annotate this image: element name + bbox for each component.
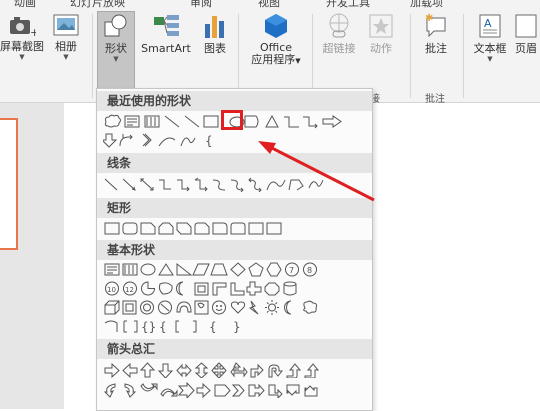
- section-arrows-header: 箭头总汇: [97, 339, 372, 359]
- basic-shapes-row-4: {} { { }: [103, 318, 365, 334]
- shapes-button[interactable]: 形状 ▼: [97, 11, 135, 89]
- comment-label: 批注: [425, 42, 447, 55]
- office-label-line2: 应用程序: [251, 53, 296, 66]
- screenshot-label: 屏幕截图: [0, 40, 44, 53]
- shapes-dropdown-menu: 最近使用的形状 {线条 矩形 基本形状 7 8 10 12 {} {{} …: [96, 88, 373, 411]
- office-apps-button[interactable]: Office 应用程序▼: [245, 12, 307, 67]
- chevron-down-icon: ▼: [63, 53, 69, 61]
- photo-album-icon: [53, 14, 79, 36]
- action-label: 动作: [370, 42, 392, 55]
- section-lines-header: 线条: [97, 153, 372, 173]
- svg-text:{: {: [205, 134, 213, 148]
- section-basic-header: 基本形状: [97, 240, 372, 260]
- lines-shapes-row: [103, 176, 365, 192]
- basic-shapes-row-3: [103, 299, 365, 315]
- recent-shapes-gallery-2: {: [103, 133, 213, 148]
- smartart-label: SmartArt: [141, 42, 191, 55]
- recent-shapes-row-2: {: [103, 132, 365, 148]
- svg-text:A: A: [484, 17, 492, 30]
- group-separator: [463, 14, 464, 98]
- hyperlink-button[interactable]: 超链接: [320, 12, 358, 55]
- svg-text:12: 12: [125, 286, 134, 294]
- line-shapes-gallery: [104, 177, 324, 192]
- new-comment-icon: ✱: [425, 13, 446, 38]
- chart-label: 图表: [204, 42, 226, 55]
- section-recent-header: 最近使用的形状: [97, 91, 372, 111]
- smartart-icon: [154, 15, 179, 36]
- header-footer-icon: [515, 14, 537, 38]
- tab-developer[interactable]: 开发工具: [326, 0, 370, 10]
- chevron-down-icon: ▼: [295, 57, 301, 65]
- basic-shapes-row-2: 10 12: [103, 280, 365, 296]
- chevron-down-icon: ▼: [19, 53, 25, 61]
- textbox-label: 文本框: [473, 42, 507, 55]
- tab-animations[interactable]: 动画: [14, 0, 36, 10]
- header-footer-button[interactable]: 页眉: [512, 12, 540, 55]
- basic-shapes-gallery-1: 7 8: [104, 262, 317, 277]
- action-button[interactable]: 动作: [364, 12, 398, 55]
- tab-view[interactable]: 视图: [258, 0, 280, 10]
- arrow-shapes-gallery-1: [104, 362, 320, 378]
- header-label: 页眉: [515, 42, 537, 55]
- basic-shapes-gallery-2: 10 12: [105, 281, 297, 296]
- screenshot-button[interactable]: + 屏幕截图 ▼: [0, 12, 44, 62]
- svg-text:}: }: [233, 320, 241, 334]
- smartart-button[interactable]: SmartArt: [138, 12, 194, 55]
- section-rectangles-header: 矩形: [97, 198, 372, 218]
- highlight-box: [221, 110, 243, 130]
- svg-text:{: {: [209, 320, 217, 334]
- rectangles-shapes-row: [103, 220, 365, 236]
- comment-button[interactable]: ✱ 批注: [418, 12, 454, 55]
- shapes-label: 形状: [105, 42, 127, 55]
- camera-icon: +: [10, 17, 36, 38]
- textbox-icon: A: [479, 14, 501, 38]
- svg-text:✱: ✱: [425, 13, 433, 24]
- svg-text:8: 8: [307, 266, 312, 275]
- group-separator: [238, 14, 239, 98]
- hyperlink-icon: [329, 13, 349, 38]
- arrow-shapes-row-1: [103, 362, 365, 378]
- group-separator: [312, 14, 313, 98]
- action-star-icon: [369, 14, 393, 38]
- hyperlink-label: 超链接: [322, 42, 356, 55]
- shapes-icon: [104, 14, 127, 37]
- chart-button[interactable]: 图表: [198, 12, 232, 55]
- photo-album-button[interactable]: 相册 ▼: [48, 12, 84, 62]
- bar-chart-icon: [205, 16, 224, 38]
- svg-text:{: {: [159, 320, 167, 334]
- svg-text:10: 10: [107, 286, 116, 294]
- tab-slideshow[interactable]: 幻灯片放映: [70, 0, 125, 10]
- basic-shapes-row-1: 7 8: [103, 261, 365, 277]
- tab-addins[interactable]: 加载项: [410, 0, 443, 10]
- basic-shapes-gallery-4: {} { { }: [104, 320, 241, 334]
- arrow-shapes-row-2: [103, 382, 365, 398]
- group-separator: [92, 14, 93, 98]
- slide-thumbnail[interactable]: [0, 118, 18, 250]
- svg-text:7: 7: [289, 266, 294, 275]
- svg-text:+: +: [30, 26, 36, 38]
- ribbon-tab-strip: 动画 幻灯片放映 审阅 视图 开发工具 加载项: [0, 0, 540, 10]
- office-apps-label: Office 应用程序▼: [251, 42, 300, 67]
- arrow-shapes-gallery-2: [103, 382, 318, 398]
- tab-review[interactable]: 审阅: [190, 0, 212, 10]
- chevron-down-icon: ▼: [113, 55, 119, 63]
- rectangle-shapes-gallery: [104, 222, 282, 235]
- group-separator: [410, 14, 411, 98]
- textbox-button[interactable]: A 文本框 ▼: [468, 12, 512, 64]
- album-label: 相册: [55, 40, 77, 53]
- basic-shapes-gallery-3: [104, 300, 318, 315]
- chevron-down-icon: ▼: [487, 55, 493, 63]
- office-store-icon: [265, 14, 287, 38]
- svg-text:{}: {}: [141, 320, 156, 334]
